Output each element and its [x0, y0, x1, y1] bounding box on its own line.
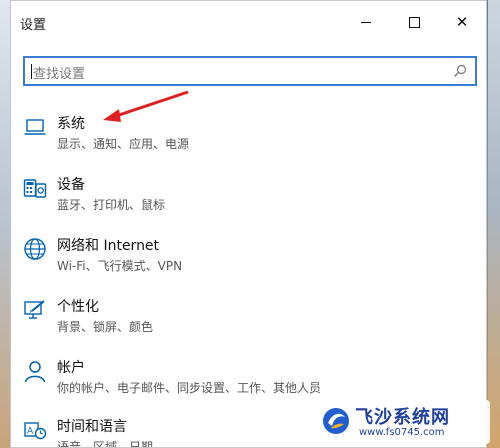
text-cursor	[31, 64, 32, 79]
site-watermark: 飞沙系统网 www.fs0745.com	[315, 400, 490, 444]
desktop-wallpaper-left	[0, 0, 10, 448]
category-description: 蓝牙、打印机、鼠标	[57, 198, 166, 212]
svg-text:A: A	[27, 427, 34, 437]
search-icon[interactable]	[453, 64, 467, 78]
category-title: 个性化	[57, 299, 99, 315]
maximize-button[interactable]	[396, 7, 432, 37]
search-placeholder: 查找设置	[33, 67, 86, 82]
site-logo-icon	[323, 408, 349, 434]
category-personalization[interactable]: 个性化 背景、锁屏、颜色	[11, 292, 486, 348]
title-bar[interactable]: 设置 ✕	[11, 1, 486, 43]
search-input[interactable]: 查找设置	[23, 56, 477, 86]
close-button[interactable]: ✕	[444, 7, 480, 37]
laptop-icon	[24, 119, 46, 135]
maximize-icon	[408, 16, 420, 28]
category-description: 背景、锁屏、颜色	[57, 320, 154, 334]
category-title: 网络和 Internet	[57, 238, 160, 254]
category-system[interactable]: 系统 显示、通知、应用、电源	[11, 109, 486, 165]
category-title: 帐户	[57, 360, 85, 376]
minimize-button[interactable]	[348, 7, 384, 37]
minimize-icon	[361, 21, 371, 23]
personalization-icon	[24, 300, 45, 319]
category-network-internet[interactable]: 网络和 Internet Wi-Fi、飞行模式、VPN	[11, 231, 486, 287]
time-language-icon: A	[24, 422, 47, 440]
category-description: 你的帐户、电子邮件、同步设置、工作、其他人员	[57, 381, 322, 395]
keyboard-printer-icon	[23, 179, 47, 198]
category-devices[interactable]: 设备 蓝牙、打印机、鼠标	[11, 170, 486, 226]
close-icon: ✕	[455, 12, 469, 31]
category-description: Wi-Fi、飞行模式、VPN	[57, 259, 183, 273]
category-title: 时间和语言	[57, 419, 127, 435]
category-title: 设备	[57, 177, 85, 193]
category-description: 显示、通知、应用、电源	[57, 137, 190, 151]
category-title: 系统	[57, 116, 85, 132]
watermark-title: 飞沙系统网	[355, 407, 450, 428]
category-description: 语音、区域、日期	[57, 440, 154, 448]
globe-icon	[24, 238, 46, 260]
watermark-url: www.fs0745.com	[359, 427, 445, 438]
window-title: 设置	[20, 18, 47, 33]
person-icon	[24, 361, 46, 383]
desktop-wallpaper-right	[488, 0, 500, 448]
settings-window: 设置 ✕ 查找设置 系统 显示、通知、应用、电源 设备 蓝牙、打印机、鼠标 网络…	[10, 0, 487, 448]
